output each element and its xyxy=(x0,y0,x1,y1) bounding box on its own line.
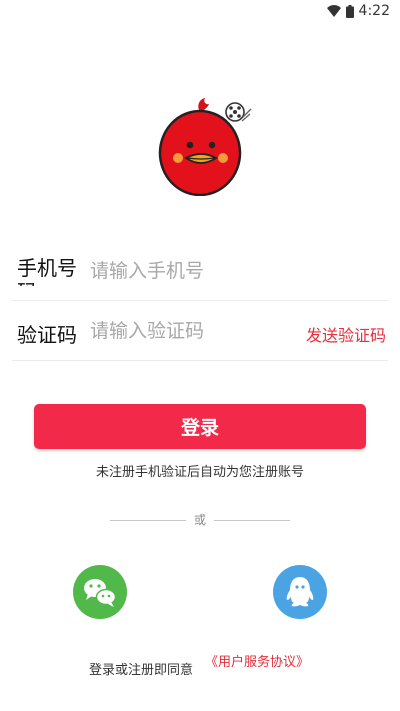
phone-input[interactable] xyxy=(90,254,290,288)
code-row: 验证码 发送验证码 xyxy=(12,302,388,361)
phone-row: 手机号码 xyxy=(12,242,388,301)
agreement-text: 登录或注册即同意 xyxy=(89,663,194,678)
qq-icon xyxy=(273,565,327,619)
wechat-login-button[interactable] xyxy=(73,565,127,619)
register-hint: 未注册手机验证后自动为您注册账号 xyxy=(95,465,304,480)
status-time: 4:22 xyxy=(358,3,390,19)
bird-mascot-icon xyxy=(157,96,253,197)
code-label: 验证码 xyxy=(17,323,77,347)
or-divider: 或 xyxy=(110,511,290,531)
login-button[interactable]: 登录 xyxy=(34,404,366,449)
divider-line-right xyxy=(214,520,290,521)
wechat-icon xyxy=(73,565,127,619)
status-bar: 4:22 xyxy=(0,0,400,24)
wifi-icon xyxy=(326,5,341,17)
phone-label: 手机号码 xyxy=(17,256,77,286)
battery-icon xyxy=(345,4,354,18)
code-input[interactable] xyxy=(90,314,290,348)
qq-login-button[interactable] xyxy=(273,565,327,619)
send-code-button[interactable]: 发送验证码 xyxy=(306,322,386,346)
user-agreement-link[interactable]: 《用户服务协议》 xyxy=(205,655,309,671)
